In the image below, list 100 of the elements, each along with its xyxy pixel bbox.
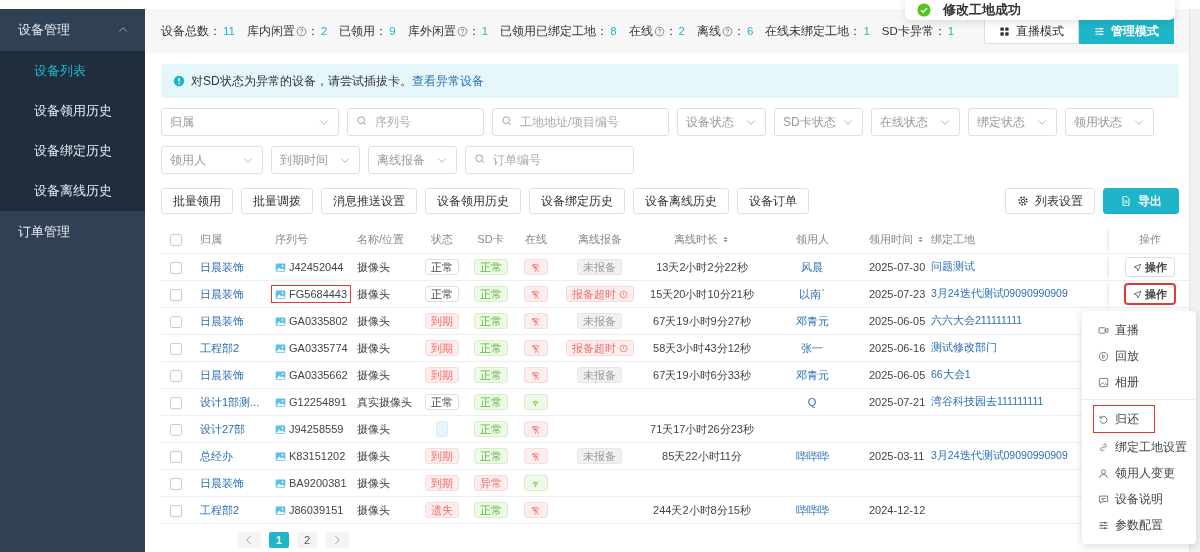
toolbar-button[interactable]: 设备领用历史 — [425, 188, 521, 214]
menu-item[interactable]: 设备说明 — [1082, 486, 1196, 512]
checkbox[interactable] — [170, 288, 182, 301]
status-tag — [436, 421, 448, 437]
user-link[interactable]: 哔哔哔 — [795, 503, 829, 516]
search-icon — [356, 115, 368, 127]
site-link[interactable]: 3月24迭代测试09090990909 — [931, 287, 1068, 299]
menu-item[interactable]: 绑定工地设置 — [1082, 434, 1196, 460]
owner-link[interactable]: 日晨装饰 — [200, 287, 244, 300]
user-link[interactable]: Q — [807, 396, 817, 408]
site-link[interactable]: 湾谷科技园去111111111 — [931, 395, 1044, 407]
owner-link[interactable]: 设计1部测... — [200, 395, 260, 408]
toolbar-button[interactable]: 设备订单 — [737, 188, 809, 214]
menu-item[interactable]: 回放 — [1082, 343, 1196, 369]
owner-link[interactable]: 日晨装饰 — [200, 260, 244, 273]
device-name: 摄像头 — [357, 341, 390, 354]
user-link[interactable]: 以南ˊ — [799, 287, 825, 300]
serial-number: GA0335662 — [271, 366, 352, 384]
checkbox[interactable] — [170, 477, 182, 490]
site-link[interactable]: 3月24迭代测试09090990909 — [931, 449, 1068, 461]
sidebar-item[interactable]: 设备绑定历史 — [0, 131, 145, 171]
action-button[interactable]: 操作 — [1125, 284, 1175, 304]
sidebar-item[interactable]: 设备领用历史 — [0, 91, 145, 131]
user-link[interactable]: 哔哔哔 — [795, 449, 829, 462]
checkbox[interactable] — [170, 369, 182, 382]
column-header: 操作 — [1139, 233, 1161, 245]
view-abnormal-link[interactable]: 查看异常设备 — [411, 72, 484, 90]
checkbox[interactable] — [170, 423, 182, 436]
stat-value: 2 — [678, 25, 685, 37]
checkbox[interactable] — [170, 396, 182, 409]
sliders-icon — [1094, 25, 1105, 37]
mode-tab[interactable]: 直播模式 — [984, 18, 1079, 44]
menu-item[interactable]: 归还 — [1092, 404, 1156, 434]
status-tag: 正常 — [474, 340, 508, 356]
status-tag: 未报备 — [577, 313, 622, 329]
search-field[interactable]: 订单编号 — [465, 146, 634, 174]
site-link[interactable]: 问题测试 — [931, 260, 975, 272]
send-icon — [1133, 262, 1142, 272]
site-link[interactable]: 六六大会211111111 — [931, 314, 1023, 326]
device-name: 摄像头 — [357, 476, 390, 489]
page-button[interactable]: 2 — [297, 532, 317, 548]
site-link[interactable]: 测试修改部门 — [931, 341, 997, 353]
select-field[interactable]: SD卡状态 — [774, 108, 863, 136]
sidebar-item[interactable]: 设备离线历史 — [0, 171, 145, 211]
stat-value: 1 — [863, 25, 870, 37]
toolbar-button[interactable]: 批量领用 — [161, 188, 233, 214]
sidebar-item[interactable]: 设备列表 — [0, 51, 145, 91]
select-field[interactable]: 到期时间 — [271, 146, 360, 174]
stat-label: 库外闲置 — [407, 23, 456, 39]
owner-link[interactable]: 设计27部 — [200, 422, 246, 435]
device-name: 摄像头 — [357, 287, 390, 300]
checkbox[interactable] — [170, 234, 182, 247]
select-field[interactable]: 领用人 — [161, 146, 263, 174]
menu-item[interactable]: 领用人变更 — [1082, 460, 1196, 486]
select-field[interactable]: 设备状态 — [677, 108, 766, 136]
owner-link[interactable]: 日晨装饰 — [200, 476, 244, 489]
menu-item[interactable]: 直播 — [1082, 317, 1196, 343]
user-link[interactable]: 邓青元 — [795, 314, 829, 327]
toolbar-button[interactable]: 消息推送设置 — [321, 188, 417, 214]
status-tag: 到期 — [425, 448, 459, 464]
menu-item[interactable]: 相册 — [1082, 369, 1196, 395]
user-link[interactable]: 张一 — [801, 341, 823, 354]
action-button[interactable]: 操作 — [1125, 257, 1175, 277]
claim-date: 2025-07-23 — [869, 288, 926, 300]
toolbar-button[interactable]: 批量调拨 — [241, 188, 313, 214]
owner-link[interactable]: 日晨装饰 — [200, 368, 244, 381]
checkbox[interactable] — [170, 261, 182, 274]
image-icon — [1098, 376, 1109, 388]
search-field[interactable]: 序列号 — [347, 108, 484, 136]
owner-link[interactable]: 总经办 — [200, 449, 233, 462]
status-tag: 报备超时 — [565, 340, 634, 356]
checkbox[interactable] — [170, 504, 182, 517]
user-link[interactable]: 邓青元 — [795, 368, 829, 381]
status-tag: 正常 — [474, 448, 508, 464]
previous-page-icon — [237, 532, 261, 548]
column-header: 离线报备 — [577, 233, 622, 245]
select-field[interactable]: 领用状态 — [1065, 108, 1154, 136]
checkbox[interactable] — [170, 315, 182, 328]
user-link[interactable]: 风晨 — [801, 260, 823, 273]
menu-item[interactable]: 参数配置 — [1082, 512, 1196, 538]
status-tag: 正常 — [474, 367, 508, 383]
device-name: 摄像头 — [357, 368, 390, 381]
owner-link[interactable]: 日晨装饰 — [200, 314, 244, 327]
select-field[interactable]: 归属 — [161, 108, 339, 136]
toolbar-button[interactable]: 设备绑定历史 — [529, 188, 625, 214]
owner-link[interactable]: 工程部2 — [200, 503, 240, 516]
column-header[interactable]: 离线时长 — [674, 233, 731, 245]
stat-colon: ： — [733, 23, 745, 39]
select-field[interactable]: 绑定状态 — [968, 108, 1057, 136]
checkbox[interactable] — [170, 450, 182, 463]
list-settings-button[interactable]: 列表设置 — [1005, 188, 1095, 214]
column-header[interactable]: 领用时间 — [869, 233, 926, 245]
status-tag: 正常 — [425, 394, 459, 410]
search-field[interactable]: 工地地址/项目编号 — [492, 108, 669, 136]
toolbar-button[interactable]: 设备离线历史 — [633, 188, 729, 214]
checkbox[interactable] — [170, 342, 182, 355]
owner-link[interactable]: 工程部2 — [200, 341, 240, 354]
select-field[interactable]: 在线状态 — [871, 108, 960, 136]
site-link[interactable]: 66大会1 — [931, 368, 971, 380]
select-field[interactable]: 离线报备 — [368, 146, 457, 174]
